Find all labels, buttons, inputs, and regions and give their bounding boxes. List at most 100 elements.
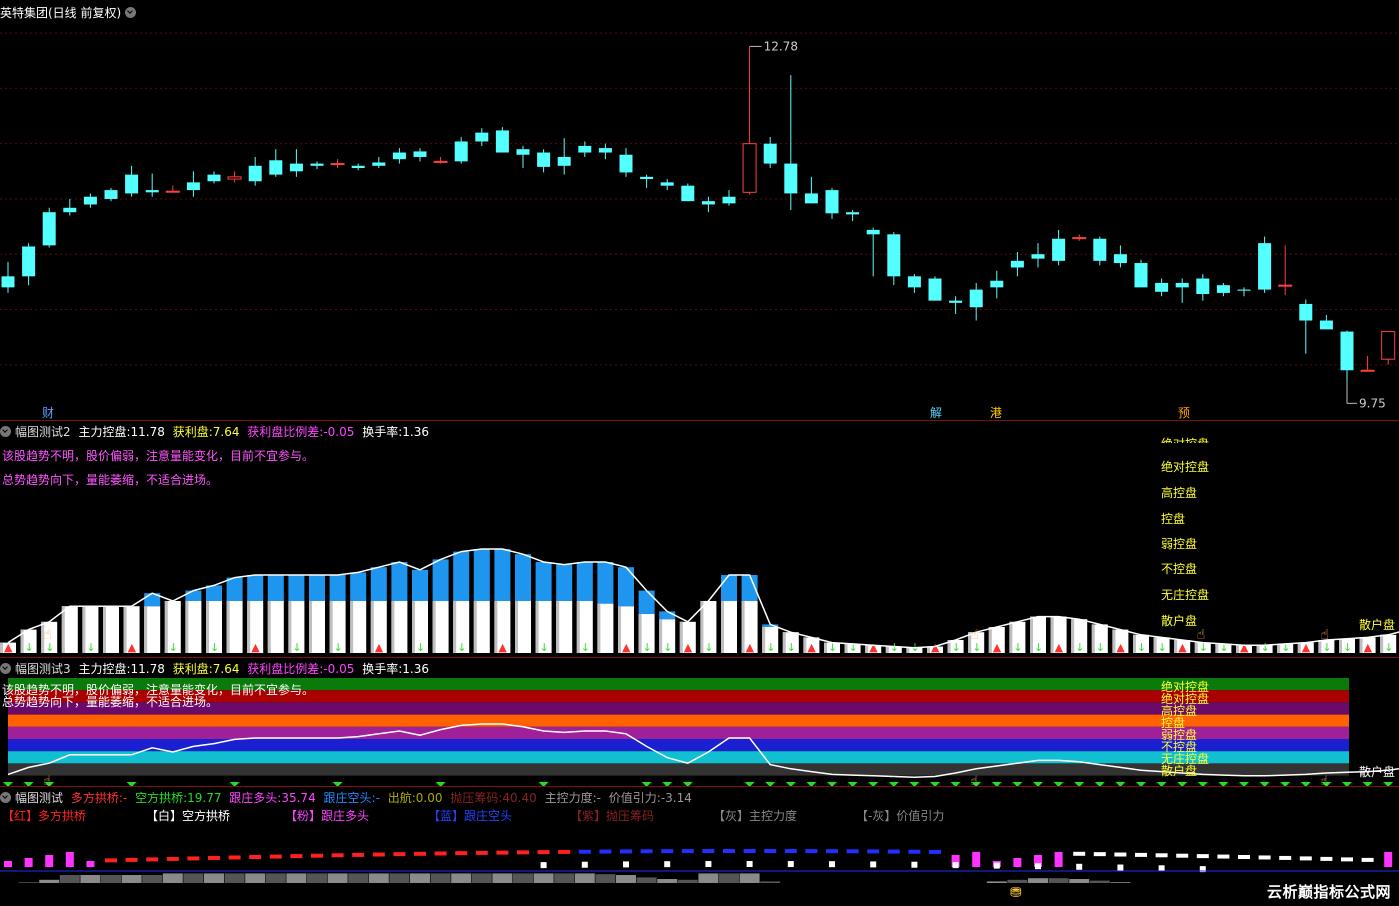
candle-body — [619, 154, 633, 173]
candle-body — [1052, 238, 1066, 261]
indicator-pane-3[interactable]: ☝ ☝ ☝ 幅图测试3 主力控盘:11.78 获利盘:7.64 获利盘比例差:-0.… — [0, 658, 1399, 786]
indicator-pane-2[interactable]: 幅图测试2 主力控盘:11.78 获利盘:7.64 获利盘比例差:-0.05 换… — [0, 421, 1399, 656]
candlestick-chart[interactable]: 12.78 9.75 — [0, 0, 1399, 420]
bridge-segment — [599, 849, 612, 854]
bridge-segment — [249, 855, 262, 859]
panel3-field-value: 7.64 — [212, 662, 240, 676]
gray-bar — [204, 873, 224, 883]
white-block — [1035, 863, 1041, 870]
level-label: 不控盘 — [1161, 562, 1198, 576]
bar-shade — [206, 601, 209, 653]
signal-arrow: ▲ — [746, 641, 755, 654]
candle-body — [207, 174, 221, 182]
gray-bar — [616, 875, 636, 883]
watermark: 云析巅指标公式网 — [1266, 883, 1391, 901]
candle-body — [701, 201, 715, 205]
panel3-field-label: 换手率: — [362, 662, 403, 676]
pink-bar — [24, 858, 33, 867]
signal-arrow: ↓ — [849, 641, 858, 654]
bridge-segment — [455, 851, 468, 856]
gray-bar — [513, 873, 533, 883]
signal-arrow: ↓ — [210, 641, 219, 654]
blue-bar — [329, 575, 346, 601]
signal-arrow: ↓ — [581, 641, 590, 654]
bar-shade — [1071, 619, 1075, 653]
gray-bar — [739, 873, 760, 883]
bar-shade — [473, 601, 477, 653]
bridge-segment — [269, 854, 282, 859]
candle-body — [413, 151, 427, 157]
candle-body — [1237, 289, 1251, 291]
candle-body — [125, 174, 139, 194]
candle-body — [1319, 320, 1333, 330]
signal-arrow: ▲ — [498, 641, 507, 654]
bar-shade — [494, 601, 498, 653]
signal-arrow: ↓ — [1343, 641, 1352, 654]
bar-shade — [535, 601, 539, 653]
signal-arrow: ▲ — [1240, 641, 1249, 654]
candle-body — [1258, 243, 1272, 290]
pink-bar — [1013, 858, 1022, 867]
bridge-segment — [1093, 852, 1106, 857]
bridge-indicator-chart[interactable]: ⛃ — [0, 787, 1399, 906]
bridge-segment — [146, 857, 159, 862]
white-block — [993, 862, 1000, 869]
bridge-segment — [1320, 856, 1333, 861]
blue-bar — [391, 562, 408, 601]
signal-arrow: ▲ — [622, 641, 631, 654]
candle-body — [537, 152, 551, 167]
bridge-segment — [311, 853, 323, 858]
gray-bar — [162, 873, 183, 883]
signal-arrow: ↓ — [25, 641, 34, 654]
candle-body — [969, 289, 983, 308]
candle-body — [722, 196, 736, 204]
gray-bar — [574, 873, 595, 883]
blue-bar — [535, 562, 552, 601]
bridge-segment — [764, 849, 777, 854]
gray-bar — [471, 873, 492, 883]
bar-shade — [1215, 643, 1219, 653]
candle-body — [22, 246, 36, 277]
signal-arrow: ↓ — [292, 641, 301, 654]
candle-body — [1031, 254, 1045, 259]
event-marker-cai[interactable]: 财 — [42, 404, 54, 421]
white-block — [787, 861, 794, 868]
event-marker-jie[interactable]: 解 — [930, 404, 942, 421]
main-chart-pane[interactable]: 英特集团(日线 前复权) 12.78 9.75 财 解 港 预 — [0, 0, 1399, 420]
bridge-segment — [537, 850, 550, 855]
event-marker-gang[interactable]: 港 — [990, 404, 1002, 421]
white-block — [952, 862, 959, 869]
signal-arrow: ▲ — [1178, 641, 1187, 654]
candle-body — [63, 207, 77, 213]
bar-shade — [1091, 624, 1095, 653]
bar-shade — [61, 606, 65, 653]
panel3-field-label: 获利盘: — [172, 662, 213, 676]
white-block — [581, 861, 588, 868]
white-block — [705, 861, 712, 868]
low-price-label: 9.75 — [1359, 396, 1386, 410]
gray-bar — [142, 875, 163, 883]
bar-shade — [638, 614, 642, 653]
event-marker-yu[interactable]: 预 — [1178, 404, 1190, 421]
bridge-segment — [846, 849, 859, 854]
dropdown-icon[interactable] — [0, 663, 11, 674]
bar-shade — [123, 606, 127, 653]
candle-body — [825, 190, 839, 214]
bridge-segment — [1196, 854, 1209, 859]
panel3-right-label: 散户盘 — [1359, 765, 1396, 779]
blue-bar — [206, 585, 222, 601]
signal-arrow: ↓ — [169, 641, 178, 654]
candle-body — [928, 278, 942, 301]
white-block — [1076, 863, 1083, 870]
bridge-segment — [578, 849, 591, 854]
bar-shade — [597, 603, 601, 653]
blue-bar — [515, 554, 531, 601]
indicator-pane-4[interactable]: 幅图测试 多方拱桥:- 空方拱桥:19.77 跟庄多头:35.74 跟庄空头:-… — [0, 787, 1399, 906]
blue-bar — [309, 575, 325, 601]
bar-shade — [103, 606, 106, 653]
bridge-segment — [1217, 854, 1230, 859]
candle-body — [1113, 254, 1127, 264]
bar-shade — [1030, 616, 1033, 653]
control-band — [8, 726, 1349, 739]
bridge-segment — [434, 851, 447, 856]
